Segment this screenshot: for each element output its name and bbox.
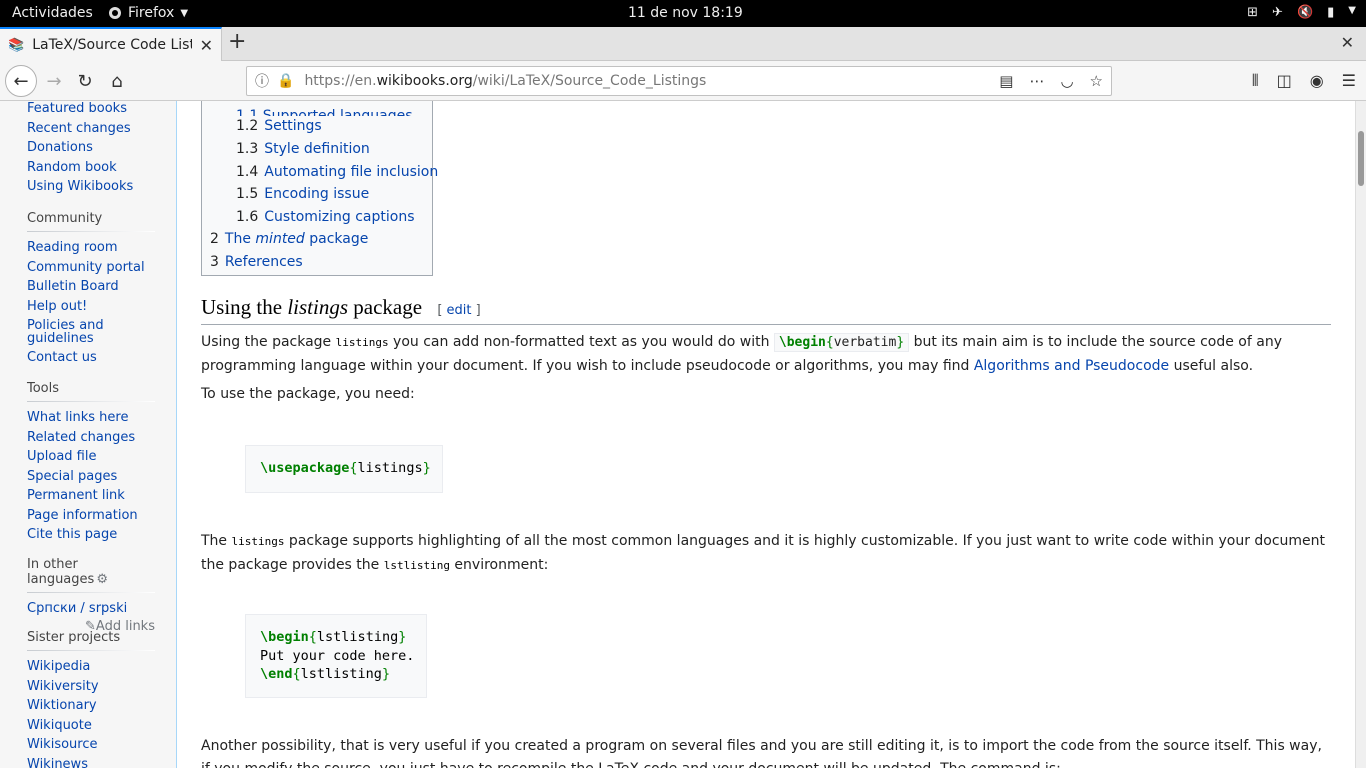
sidebar-item-bulletin-board[interactable]: Bulletin Board <box>27 277 155 297</box>
sidebar-item-language-serbian[interactable]: Српски / srpski <box>27 599 155 619</box>
system-tray[interactable]: ⊞ ✈ 🔇 ▮ ▼ <box>1247 5 1356 20</box>
toc-item-customizing-captions[interactable]: 1.6 Customizing captions <box>236 209 415 225</box>
forward-button[interactable]: → <box>40 67 68 95</box>
usage-paragraph: To use the package, you need: <box>201 386 415 402</box>
url-text: https://en.wikibooks.org/wiki/LaTeX/Sour… <box>304 73 707 89</box>
page-actions-icon[interactable]: ⋯ <box>1029 72 1044 90</box>
intro-paragraph: Using the package listings you can add n… <box>201 333 1282 374</box>
sidebar-item-wikiversity[interactable]: Wikiversity <box>27 677 155 697</box>
browser-tab-active[interactable]: 📚 LaTeX/Source Code Listin ✕ <box>0 27 222 61</box>
sidebar-item-wikinews[interactable]: Wikinews <box>27 755 155 768</box>
sidebar-item-upload-file[interactable]: Upload file <box>27 447 155 467</box>
code-block-usepackage: \usepackage{listings} <box>245 445 443 493</box>
app-name: Firefox <box>128 5 175 21</box>
toc-item-references[interactable]: 3 References <box>210 254 303 270</box>
tools-heading: Tools <box>27 381 155 402</box>
toc-item-minted-package[interactable]: 2 The minted package <box>210 231 368 247</box>
close-window-icon[interactable]: ✕ <box>1341 33 1354 52</box>
sidebar-item-wikipedia[interactable]: Wikipedia <box>27 657 155 677</box>
system-top-bar: Actividades Firefox ▼ 11 de nov 18:19 ⊞ … <box>0 0 1366 27</box>
menu-icon[interactable]: ☰ <box>1342 71 1356 91</box>
tab-title: LaTeX/Source Code Listin <box>32 37 192 53</box>
volume-muted-icon: 🔇 <box>1296 5 1314 20</box>
bookmark-star-icon[interactable]: ☆ <box>1090 72 1103 90</box>
toc-item-style-definition[interactable]: 1.3 Style definition <box>236 141 370 157</box>
toc-item-settings[interactable]: 1.2 Settings <box>236 118 322 134</box>
info-icon[interactable]: ⓘ <box>255 71 269 91</box>
airplane-icon: ✈ <box>1272 5 1283 20</box>
sidebar-toggle-icon[interactable]: ◫ <box>1277 71 1292 91</box>
sidebar-item-contact-us[interactable]: Contact us <box>27 348 155 368</box>
highlighting-paragraph: The listings package supports highlighti… <box>201 533 1326 573</box>
sister-projects-portlet: Sister projects Wikipedia Wikiversity Wi… <box>27 630 155 768</box>
scrollbar-thumb[interactable] <box>1358 131 1364 186</box>
page-scrollbar[interactable] <box>1355 101 1366 768</box>
section-heading: Using the listings package [ edit ] <box>201 295 1331 325</box>
account-icon[interactable]: ◉ <box>1310 71 1324 91</box>
app-menu[interactable]: Firefox ▼ <box>108 5 188 21</box>
languages-portlet: In other languages ⚙ Српски / srpski ✎Add… <box>27 557 155 635</box>
back-button[interactable]: ← <box>5 65 37 97</box>
sidebar-item-reading-room[interactable]: Reading room <box>27 238 155 258</box>
sidebar-item-donations[interactable]: Donations <box>27 138 155 158</box>
inline-code-begin-verbatim: \begin{verbatim} <box>773 333 910 352</box>
navigation-portlet: Featured books Recent changes Donations … <box>27 101 155 197</box>
close-tab-icon[interactable]: ✕ <box>200 36 213 55</box>
sidebar-item-random-book[interactable]: Random book <box>27 158 155 178</box>
activities-button[interactable]: Actividades <box>12 5 93 21</box>
battery-icon: ▮ <box>1327 5 1335 20</box>
navigation-toolbar: ← → ↻ ⌂ ⓘ 🔒 https://en.wikibooks.org/wik… <box>0 61 1366 101</box>
page-content: Featured books Recent changes Donations … <box>0 101 1355 768</box>
library-icon[interactable]: ⫴ <box>1252 71 1259 91</box>
wikibooks-favicon-icon: 📚 <box>8 37 25 53</box>
sidebar-item-wiktionary[interactable]: Wiktionary <box>27 696 155 716</box>
community-portlet: Community Reading room Community portal … <box>27 211 155 368</box>
new-tab-button[interactable]: + <box>228 29 246 54</box>
sidebar-item-special-pages[interactable]: Special pages <box>27 467 155 487</box>
sidebar-item-help-out[interactable]: Help out! <box>27 297 155 317</box>
sidebar-item-wikisource[interactable]: Wikisource <box>27 735 155 755</box>
wiki-sidebar: Featured books Recent changes Donations … <box>0 101 176 768</box>
sidebar-item-what-links-here[interactable]: What links here <box>27 408 155 428</box>
import-paragraph: Another possibility, that is very useful… <box>201 738 1322 768</box>
sidebar-item-community-portal[interactable]: Community portal <box>27 258 155 278</box>
code-block-lstlisting: \begin{lstlisting} Put your code here. \… <box>245 614 427 698</box>
gear-icon[interactable]: ⚙ <box>96 572 108 587</box>
sidebar-item-recent-changes[interactable]: Recent changes <box>27 119 155 139</box>
clock[interactable]: 11 de nov 18:19 <box>628 5 743 21</box>
algorithms-pseudocode-link[interactable]: Algorithms and Pseudocode <box>974 358 1169 374</box>
home-button[interactable]: ⌂ <box>103 67 131 95</box>
sidebar-item-wikiquote[interactable]: Wikiquote <box>27 716 155 736</box>
pocket-icon[interactable]: ◡ <box>1060 72 1073 90</box>
url-bar[interactable]: ⓘ 🔒 https://en.wikibooks.org/wiki/LaTeX/… <box>246 66 1112 96</box>
network-icon: ⊞ <box>1247 5 1259 20</box>
sidebar-item-using-wikibooks[interactable]: Using Wikibooks <box>27 177 155 197</box>
sidebar-item-cite-this-page[interactable]: Cite this page <box>27 525 155 545</box>
firefox-icon <box>109 7 121 19</box>
toc-item-automating-file-inclusion[interactable]: 1.4 Automating file inclusion <box>236 164 438 180</box>
sidebar-item-policies[interactable]: Policies and guidelines <box>27 316 155 348</box>
edit-section-link[interactable]: [ edit ] <box>437 303 480 318</box>
toc-item-encoding-issue[interactable]: 1.5 Encoding issue <box>236 186 369 202</box>
reader-view-icon[interactable]: ▤ <box>999 72 1013 90</box>
sidebar-item-featured-books[interactable]: Featured books <box>27 101 155 119</box>
lock-icon: 🔒 <box>277 73 295 89</box>
languages-heading: In other languages ⚙ <box>27 557 155 593</box>
tools-portlet: Tools What links here Related changes Up… <box>27 381 155 545</box>
sidebar-item-related-changes[interactable]: Related changes <box>27 428 155 448</box>
table-of-contents: 1.1 Supported languages 1.2 Settings 1.3 S… <box>201 101 438 276</box>
tab-strip: 📚 LaTeX/Source Code Listin ✕ + ✕ <box>0 27 1366 61</box>
caret-down-icon: ▼ <box>1348 5 1356 16</box>
sidebar-item-page-information[interactable]: Page information <box>27 506 155 526</box>
reload-button[interactable]: ↻ <box>71 67 99 95</box>
community-heading: Community <box>27 211 155 232</box>
sidebar-item-permanent-link[interactable]: Permanent link <box>27 486 155 506</box>
article-body: 1.1 Supported languages 1.2 Settings 1.3 S… <box>176 101 1355 768</box>
sister-projects-heading: Sister projects <box>27 630 155 651</box>
inline-code-listings: listings <box>335 336 389 349</box>
caret-down-icon: ▼ <box>180 7 189 19</box>
